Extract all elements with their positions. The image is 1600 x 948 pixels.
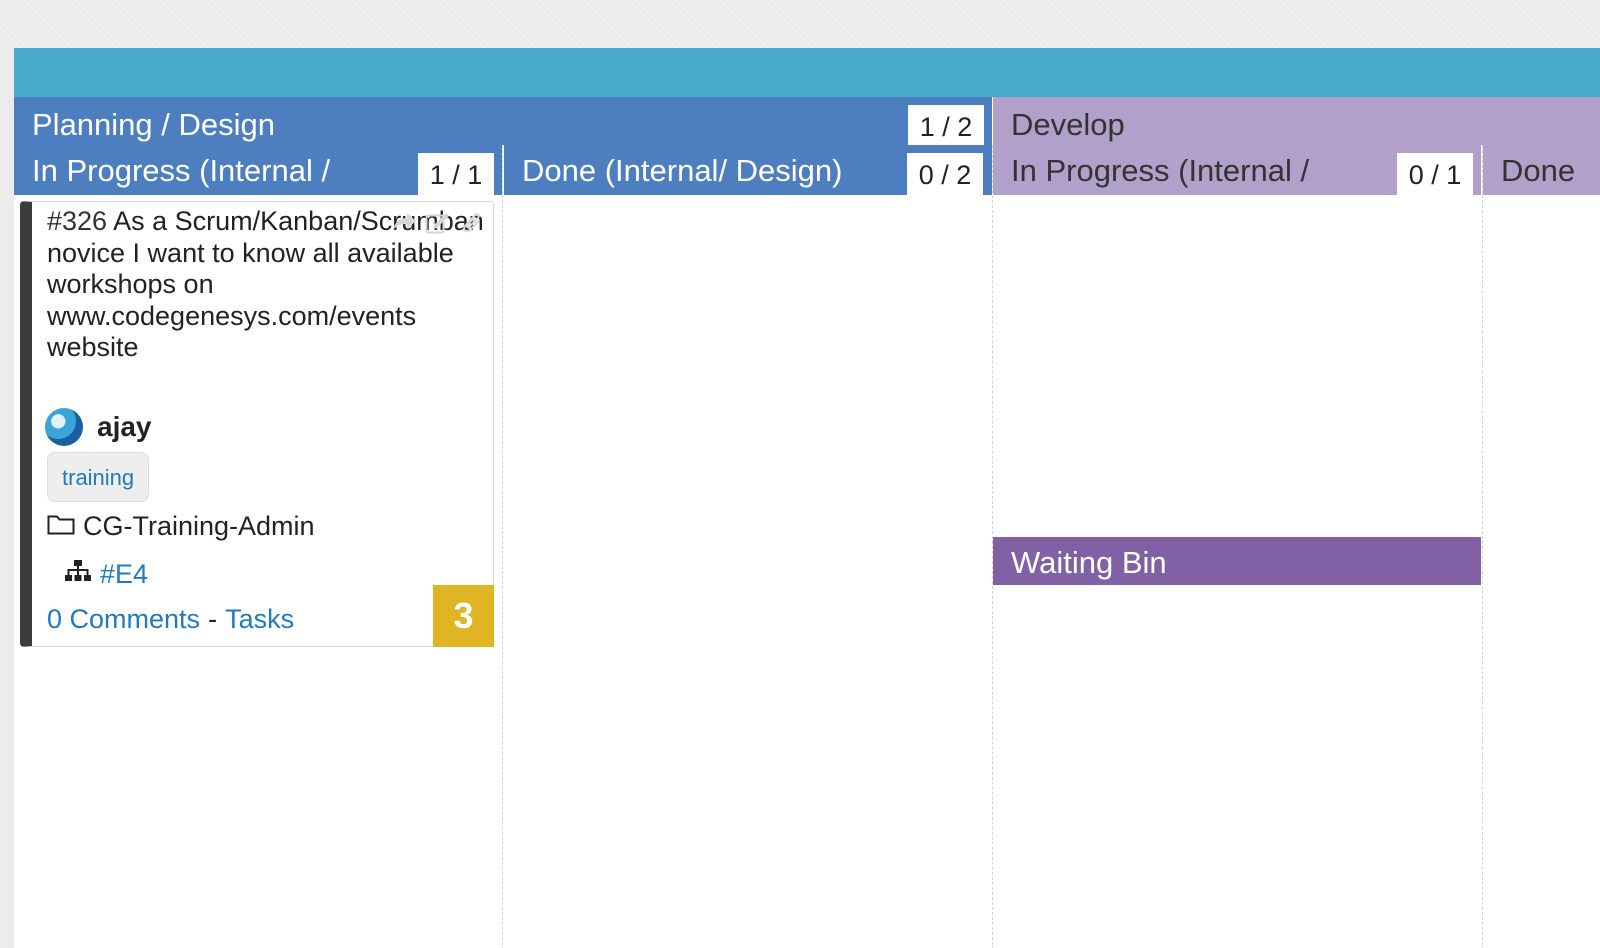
- group-title: Develop: [1011, 107, 1125, 142]
- link-separator: -: [208, 604, 218, 634]
- board-top-bar: [14, 48, 1600, 97]
- column-divider: [1482, 145, 1483, 948]
- epic-link[interactable]: #E4: [100, 559, 148, 590]
- paperclip-icon[interactable]: [459, 210, 485, 234]
- swimlane-header-waiting-bin[interactable]: Waiting Bin: [993, 537, 1481, 585]
- card-project: CG-Training-Admin: [47, 511, 315, 542]
- group-header-develop: Develop: [993, 97, 1600, 145]
- folder-icon: [47, 511, 83, 542]
- tag-badge[interactable]: training: [47, 452, 150, 502]
- column-header-in-progress-develop[interactable]: In Progress (Internal / 0 / 1: [993, 145, 1481, 195]
- column-wip-count: 1 / 1: [418, 153, 494, 195]
- group-wip-count: 1 / 2: [908, 105, 984, 145]
- column-header-in-progress-planning[interactable]: In Progress (Internal / 1 / 1: [14, 145, 502, 195]
- column-header-done-planning[interactable]: Done (Internal/ Design) 0 / 2: [504, 145, 992, 195]
- column-title: Done: [1501, 153, 1576, 188]
- assignee-name: ajay: [97, 411, 152, 442]
- card-actions: [391, 210, 485, 234]
- story-card[interactable]: #326 As a Scrum/Kanban/Scrumban novice I…: [20, 201, 494, 647]
- comments-link[interactable]: 0 Comments: [47, 604, 200, 634]
- column-title: In Progress (Internal /: [32, 153, 331, 188]
- project-name: CG-Training-Admin: [83, 511, 315, 541]
- card-id[interactable]: #326: [47, 206, 107, 236]
- hierarchy-icon: [64, 559, 100, 590]
- group-header-planning-design: Planning / Design 1 / 2: [14, 97, 992, 145]
- kanban-board: Planning / Design 1 / 2 Develop In Progr…: [14, 48, 1600, 948]
- card-assignee: ajay: [45, 408, 152, 446]
- column-title: In Progress (Internal /: [1011, 153, 1310, 188]
- story-points-badge: 3: [433, 585, 494, 647]
- column-wip-count: 0 / 1: [1397, 153, 1473, 195]
- column-title: Done (Internal/ Design): [522, 153, 843, 188]
- column-header-done-develop[interactable]: Done: [1483, 145, 1600, 195]
- swimlane-title: Waiting Bin: [1011, 545, 1167, 580]
- column-wip-count: 0 / 2: [907, 153, 983, 195]
- edit-icon[interactable]: [425, 210, 451, 234]
- share-icon[interactable]: [391, 210, 417, 234]
- page-background: [0, 0, 1600, 48]
- group-title: Planning / Design: [32, 107, 275, 142]
- avatar: [45, 408, 83, 446]
- column-divider: [502, 145, 503, 948]
- tasks-link[interactable]: Tasks: [225, 604, 294, 634]
- card-epic: #E4: [64, 559, 148, 590]
- card-footer-links: 0 Comments - Tasks: [47, 604, 294, 635]
